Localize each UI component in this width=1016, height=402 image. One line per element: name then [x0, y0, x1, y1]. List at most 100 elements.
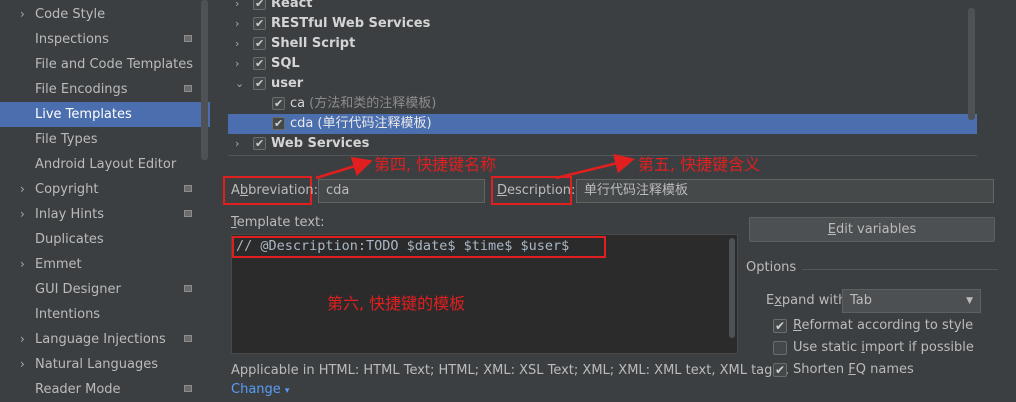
edit-variables-button[interactable]: Edit variables: [749, 217, 995, 242]
template-text-label: Template text:: [231, 215, 325, 230]
sidebar-item[interactable]: › Copyright: [0, 177, 210, 202]
sidebar-item[interactable]: Inspections: [0, 27, 210, 52]
template-name: Shell Script: [271, 34, 355, 54]
template-name-text: Shell Script: [271, 36, 356, 51]
template-name-text: cda: [290, 116, 314, 131]
checkbox[interactable]: ✔: [773, 363, 787, 377]
annotation-4: 第四, 快捷键名称: [374, 155, 497, 174]
sidebar-item[interactable]: Live Templates: [0, 102, 210, 127]
project-scope-icon: [184, 285, 192, 292]
project-scope-icon: [184, 335, 192, 342]
sidebar-item[interactable]: Intentions: [0, 302, 210, 327]
checkbox[interactable]: ✔: [253, 137, 266, 150]
sidebar-item[interactable]: › Natural Languages: [0, 352, 210, 377]
checkmark-icon: ✔: [255, 137, 265, 150]
tree-scrollbar[interactable]: [968, 8, 975, 120]
sidebar-item-label: Reader Mode: [35, 382, 121, 397]
chevron-right-icon[interactable]: ›: [235, 34, 239, 54]
template-name: cda (单行代码注释模板): [290, 114, 432, 134]
template-group[interactable]: › ✔ RESTful Web Services: [228, 14, 977, 34]
checkbox[interactable]: ✔: [272, 117, 285, 130]
checkmark-icon: ✔: [255, 17, 265, 30]
chevron-right-icon[interactable]: ›: [20, 202, 25, 227]
chevron-right-icon[interactable]: ›: [20, 252, 25, 277]
template-name: ca (方法和类的注释模板): [290, 94, 436, 114]
sidebar-item[interactable]: GUI Designer: [0, 277, 210, 302]
project-scope-icon: [184, 85, 192, 92]
sidebar-item[interactable]: Reader Mode: [0, 377, 210, 402]
sidebar-item-label: Intentions: [35, 307, 101, 322]
editor-scrollbar[interactable]: [729, 238, 735, 338]
checkbox[interactable]: ✔: [253, 37, 266, 50]
chevron-right-icon[interactable]: ›: [20, 327, 25, 352]
template-name-text: ca: [290, 96, 306, 111]
sidebar-item-label: Android Layout Editor: [35, 157, 177, 172]
checkbox[interactable]: ✔: [773, 319, 787, 333]
abbreviation-label: Abbreviation:: [231, 183, 319, 198]
checkmark-icon: ✔: [274, 117, 284, 130]
template-code-highlight: [232, 236, 606, 258]
options-title: Options: [746, 260, 797, 275]
chevron-right-icon[interactable]: ›: [20, 177, 25, 202]
expand-with-label: Expand with: [766, 293, 847, 308]
sidebar-item-label: File Types: [35, 132, 98, 147]
annotation-5: 第五, 快捷键含义: [638, 155, 761, 174]
sidebar-item[interactable]: File Types: [0, 127, 210, 152]
applicable-contexts: Applicable in HTML: HTML Text; HTML; XML…: [231, 363, 790, 378]
checkbox[interactable]: ✔: [253, 17, 266, 30]
checkmark-icon: ✔: [775, 363, 786, 377]
template-name: user: [271, 74, 303, 94]
annotation-6: 第六, 快捷键的模板: [327, 294, 466, 313]
sidebar-scrollbar[interactable]: [201, 0, 208, 160]
sidebar-item[interactable]: Android Layout Editor: [0, 152, 210, 177]
checkbox[interactable]: [773, 341, 787, 355]
chevron-right-icon[interactable]: ›: [235, 0, 239, 14]
template-name: RESTful Web Services: [271, 14, 430, 34]
sidebar-item-label: File Encodings: [35, 82, 128, 97]
option-label: Shorten FQ names: [793, 362, 914, 377]
sidebar-item[interactable]: › Code Style: [0, 2, 210, 27]
sidebar-item-label: Copyright: [35, 182, 99, 197]
template-name-text: RESTful Web Services: [271, 16, 431, 31]
change-link[interactable]: Change ▾: [231, 382, 289, 397]
chevron-right-icon[interactable]: ›: [235, 14, 239, 34]
sidebar-item-label: Live Templates: [35, 107, 132, 122]
sidebar-item-label: Duplicates: [35, 232, 104, 247]
option-label: Use static import if possible: [793, 340, 974, 355]
sidebar-item[interactable]: File Encodings: [0, 77, 210, 102]
template-item[interactable]: ✔ ca (方法和类的注释模板): [228, 94, 977, 114]
checkbox[interactable]: ✔: [253, 57, 266, 70]
checkmark-icon: ✔: [775, 319, 786, 333]
sidebar-item-label: Natural Languages: [35, 357, 159, 372]
project-scope-icon: [184, 185, 192, 192]
template-group[interactable]: ⌄ ✔ user: [228, 74, 977, 94]
sidebar-item-label: Inspections: [35, 32, 109, 47]
chevron-down-icon: ▼: [966, 296, 973, 306]
sidebar-item[interactable]: › Language Injections: [0, 327, 210, 352]
sidebar-item-label: Language Injections: [35, 332, 166, 347]
checkmark-icon: ✔: [255, 37, 265, 50]
sidebar-item-label: Emmet: [35, 257, 82, 272]
template-group[interactable]: › ✔ React: [228, 0, 977, 14]
expand-with-select[interactable]: Tab ▼: [842, 289, 981, 313]
template-item[interactable]: ✔ cda (单行代码注释模板): [228, 114, 977, 134]
sidebar-item[interactable]: File and Code Templates: [0, 52, 210, 77]
chevron-right-icon[interactable]: ›: [20, 2, 25, 27]
checkbox[interactable]: ✔: [272, 97, 285, 110]
template-name-text: user: [271, 76, 304, 91]
template-group[interactable]: › ✔ SQL: [228, 54, 977, 74]
options-separator: [802, 269, 998, 270]
template-group[interactable]: › ✔ Shell Script: [228, 34, 977, 54]
chevron-down-icon[interactable]: ⌄: [235, 74, 244, 94]
sidebar-item[interactable]: › Emmet: [0, 252, 210, 277]
sidebar-item[interactable]: Duplicates: [0, 227, 210, 252]
sidebar-item-label: Code Style: [35, 7, 106, 22]
sidebar-item[interactable]: › Inlay Hints: [0, 202, 210, 227]
checkbox[interactable]: ✔: [253, 0, 266, 10]
chevron-right-icon[interactable]: ›: [235, 54, 239, 74]
chevron-right-icon[interactable]: ›: [20, 352, 25, 377]
chevron-right-icon[interactable]: ›: [235, 134, 239, 154]
template-description: (单行代码注释模板): [317, 116, 432, 131]
sidebar-item-label: Inlay Hints: [35, 207, 104, 222]
checkbox[interactable]: ✔: [253, 77, 266, 90]
